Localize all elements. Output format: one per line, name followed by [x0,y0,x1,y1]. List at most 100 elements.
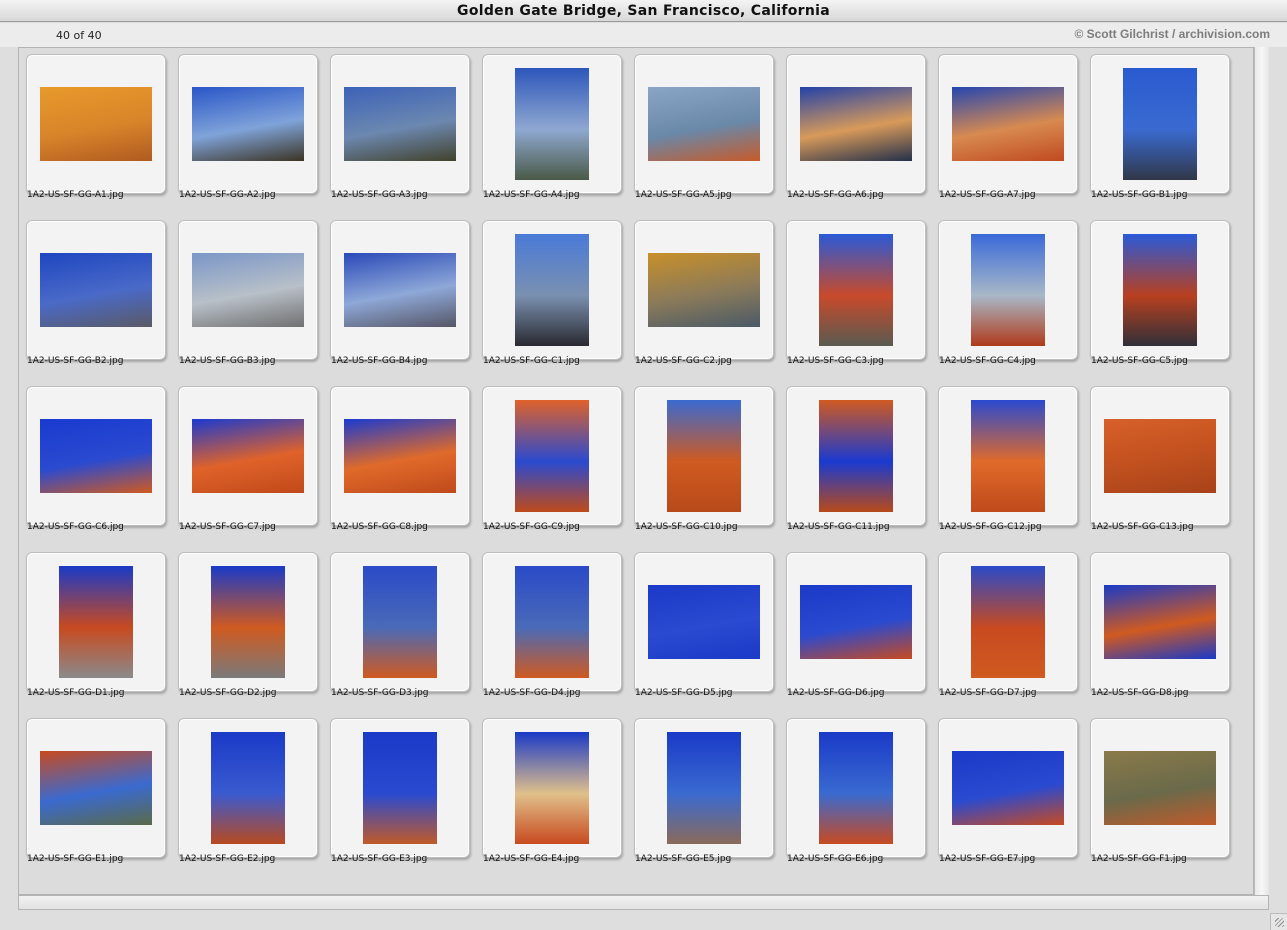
thumbnail-image[interactable] [344,253,456,327]
thumbnail-image[interactable] [971,566,1045,678]
thumbnail-item[interactable]: 1A2-US-SF-GG-A4.jpg [476,48,628,214]
thumbnail-image[interactable] [59,566,133,678]
thumbnail-item[interactable]: 1A2-US-SF-GG-C10.jpg [628,380,780,546]
thumbnail-image[interactable] [800,87,912,161]
thumbnail-image[interactable] [667,732,741,844]
thumbnail-item[interactable]: 1A2-US-SF-GG-D5.jpg [628,546,780,712]
thumbnail-image[interactable] [971,234,1045,346]
thumbnail-image[interactable] [515,234,589,346]
thumbnail-item[interactable]: 1A2-US-SF-GG-C11.jpg [780,380,932,546]
thumbnail-image[interactable] [1104,419,1216,493]
slide-mount[interactable] [178,220,318,360]
thumbnail-item[interactable]: 1A2-US-SF-GG-E1.jpg [20,712,172,878]
thumbnail-item[interactable]: 1A2-US-SF-GG-D7.jpg [932,546,1084,712]
thumbnail-item[interactable]: 1A2-US-SF-GG-C4.jpg [932,214,1084,380]
thumbnail-image[interactable] [192,87,304,161]
thumbnail-item[interactable]: 1A2-US-SF-GG-A5.jpg [628,48,780,214]
thumbnail-item[interactable]: 1A2-US-SF-GG-B1.jpg [1084,48,1236,214]
thumbnail-image[interactable] [819,234,893,346]
thumbnail-item[interactable]: 1A2-US-SF-GG-D2.jpg [172,546,324,712]
thumbnail-item[interactable]: 1A2-US-SF-GG-C5.jpg [1084,214,1236,380]
thumbnail-item[interactable]: 1A2-US-SF-GG-B3.jpg [172,214,324,380]
slide-mount[interactable] [1090,54,1230,194]
slide-mount[interactable] [26,220,166,360]
thumbnail-item[interactable]: 1A2-US-SF-GG-B2.jpg [20,214,172,380]
slide-mount[interactable] [26,386,166,526]
thumbnail-item[interactable]: 1A2-US-SF-GG-F1.jpg [1084,712,1236,878]
thumbnail-image[interactable] [515,732,589,844]
thumbnail-image[interactable] [40,419,152,493]
thumbnail-item[interactable]: 1A2-US-SF-GG-D1.jpg [20,546,172,712]
thumbnail-image[interactable] [648,253,760,327]
thumbnail-image[interactable] [952,87,1064,161]
slide-mount[interactable] [634,552,774,692]
slide-mount[interactable] [786,386,926,526]
slide-mount[interactable] [634,220,774,360]
slide-mount[interactable] [786,718,926,858]
thumbnail-image[interactable] [211,732,285,844]
thumbnail-image[interactable] [363,732,437,844]
slide-mount[interactable] [938,718,1078,858]
slide-mount[interactable] [938,54,1078,194]
slide-mount[interactable] [178,718,318,858]
thumbnail-item[interactable]: 1A2-US-SF-GG-D4.jpg [476,546,628,712]
horizontal-scrollbar[interactable] [18,895,1269,910]
slide-mount[interactable] [634,54,774,194]
thumbnail-image[interactable] [344,419,456,493]
thumbnail-image[interactable] [363,566,437,678]
thumbnail-image[interactable] [515,400,589,512]
thumbnail-item[interactable]: 1A2-US-SF-GG-A2.jpg [172,48,324,214]
thumbnail-image[interactable] [648,87,760,161]
thumbnail-image[interactable] [1104,751,1216,825]
thumbnail-image[interactable] [1104,585,1216,659]
thumbnail-image[interactable] [211,566,285,678]
slide-mount[interactable] [786,552,926,692]
resize-handle[interactable] [1270,913,1287,930]
thumbnail-item[interactable]: 1A2-US-SF-GG-D8.jpg [1084,546,1236,712]
slide-mount[interactable] [178,54,318,194]
slide-mount[interactable] [634,386,774,526]
thumbnail-item[interactable]: 1A2-US-SF-GG-B4.jpg [324,214,476,380]
thumbnail-item[interactable]: 1A2-US-SF-GG-A3.jpg [324,48,476,214]
thumbnail-item[interactable]: 1A2-US-SF-GG-D3.jpg [324,546,476,712]
thumbnail-image[interactable] [971,400,1045,512]
thumbnail-item[interactable]: 1A2-US-SF-GG-A6.jpg [780,48,932,214]
slide-mount[interactable] [786,220,926,360]
thumbnail-item[interactable]: 1A2-US-SF-GG-E5.jpg [628,712,780,878]
thumbnail-image[interactable] [40,253,152,327]
slide-mount[interactable] [330,718,470,858]
thumbnail-image[interactable] [800,585,912,659]
thumbnail-image[interactable] [819,732,893,844]
slide-mount[interactable] [786,54,926,194]
slide-mount[interactable] [330,54,470,194]
thumbnail-item[interactable]: 1A2-US-SF-GG-C6.jpg [20,380,172,546]
slide-mount[interactable] [1090,220,1230,360]
thumbnail-item[interactable]: 1A2-US-SF-GG-A1.jpg [20,48,172,214]
thumbnail-item[interactable]: 1A2-US-SF-GG-C13.jpg [1084,380,1236,546]
thumbnail-item[interactable]: 1A2-US-SF-GG-E7.jpg [932,712,1084,878]
thumbnail-image[interactable] [40,87,152,161]
slide-mount[interactable] [634,718,774,858]
slide-mount[interactable] [482,386,622,526]
thumbnail-item[interactable]: 1A2-US-SF-GG-C1.jpg [476,214,628,380]
vertical-scrollbar[interactable] [1254,47,1269,895]
thumbnail-item[interactable]: 1A2-US-SF-GG-D6.jpg [780,546,932,712]
slide-mount[interactable] [1090,718,1230,858]
slide-mount[interactable] [482,718,622,858]
thumbnail-image[interactable] [192,419,304,493]
slide-mount[interactable] [482,552,622,692]
thumbnail-item[interactable]: 1A2-US-SF-GG-E4.jpg [476,712,628,878]
thumbnail-item[interactable]: 1A2-US-SF-GG-C9.jpg [476,380,628,546]
thumbnail-item[interactable]: 1A2-US-SF-GG-E3.jpg [324,712,476,878]
thumbnail-image[interactable] [515,566,589,678]
thumbnail-item[interactable]: 1A2-US-SF-GG-C7.jpg [172,380,324,546]
slide-mount[interactable] [938,220,1078,360]
slide-mount[interactable] [330,220,470,360]
thumbnail-image[interactable] [667,400,741,512]
slide-mount[interactable] [482,54,622,194]
thumbnail-image[interactable] [819,400,893,512]
slide-mount[interactable] [26,718,166,858]
thumbnail-item[interactable]: 1A2-US-SF-GG-C8.jpg [324,380,476,546]
slide-mount[interactable] [26,552,166,692]
slide-mount[interactable] [330,386,470,526]
